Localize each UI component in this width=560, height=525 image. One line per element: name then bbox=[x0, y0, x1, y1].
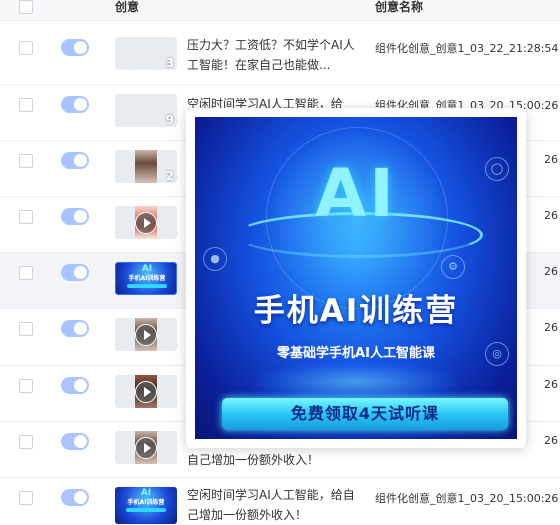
column-header-creative-name: 创意名称 bbox=[375, 0, 424, 14]
ad-thumbnail-image: AI 手机AI训练营 bbox=[116, 263, 176, 294]
gear-icon: ⚙ bbox=[441, 255, 465, 279]
image-count: 2 bbox=[165, 169, 174, 183]
play-icon[interactable] bbox=[135, 324, 157, 346]
creative-thumbnail[interactable] bbox=[115, 318, 177, 351]
portrait-image bbox=[135, 150, 157, 183]
mini-ad-headline: 手机AI训练营 bbox=[127, 499, 165, 506]
creative-name: 26 bbox=[544, 153, 558, 166]
creative-thumbnail[interactable]: AI 手机AI训练营 bbox=[115, 487, 177, 524]
lock-icon: ● bbox=[203, 247, 227, 271]
creative-title: 压力大？工资低？不如学个AI人工智能！在家自己也能做... bbox=[187, 38, 355, 72]
ad-cta-banner: 免费领取4天试听课 bbox=[222, 398, 508, 430]
table-row: 3 压力大？工资低？不如学个AI人工智能！在家自己也能做... 组件化创意_创意… bbox=[0, 28, 560, 85]
ad-headline: 手机AI训练营 bbox=[253, 293, 459, 329]
creative-title: 空闲时间学习AI人工智能，给自己增加一份额外收入！ bbox=[187, 488, 355, 522]
creative-thumbnail[interactable]: 3 bbox=[115, 37, 177, 70]
ad-subheadline: 零基础学手机AI人工智能课 bbox=[277, 346, 435, 361]
status-toggle[interactable] bbox=[61, 320, 89, 337]
creative-name: 26 bbox=[544, 265, 558, 278]
status-toggle[interactable] bbox=[61, 39, 89, 56]
creative-name: 26 bbox=[544, 378, 558, 391]
mini-ad-cta-bar bbox=[126, 508, 166, 512]
creative-name: 26 bbox=[544, 209, 558, 222]
mini-ad-cta-bar bbox=[127, 284, 167, 288]
creative-thumbnail[interactable] bbox=[115, 375, 177, 408]
creative-thumbnail[interactable]: 9 bbox=[115, 94, 177, 127]
hologram-platform-graphic bbox=[255, 362, 457, 402]
creative-name: 26 bbox=[544, 321, 558, 334]
status-toggle[interactable] bbox=[61, 208, 89, 225]
row-checkbox[interactable] bbox=[19, 435, 33, 449]
creative-name: 组件化创意_创意1_03_22_21:28:54 bbox=[375, 42, 559, 55]
status-toggle[interactable] bbox=[61, 489, 89, 506]
status-toggle[interactable] bbox=[61, 377, 89, 394]
creative-name: 26 bbox=[544, 434, 558, 447]
play-icon[interactable] bbox=[135, 212, 157, 234]
status-toggle[interactable] bbox=[61, 264, 89, 281]
mini-ad-ai-text: AI bbox=[140, 488, 152, 498]
table-header: 创意 创意名称 bbox=[0, 0, 560, 21]
ad-ai-text: AI bbox=[315, 155, 397, 232]
play-icon[interactable] bbox=[135, 381, 157, 403]
row-checkbox[interactable] bbox=[19, 266, 33, 280]
creative-title: 自己增加一份额外收入！ bbox=[187, 453, 320, 467]
row-checkbox[interactable] bbox=[19, 379, 33, 393]
image-preview-popover: AI ● ⚙ ◯ ◎ 手机AI训练营 零基础学手机AI人工智能课 免费领取4天试… bbox=[186, 108, 526, 448]
table-row: AI 手机AI训练营 空闲时间学习AI人工智能，给自己增加一份额外收入！ 组件化… bbox=[0, 478, 560, 524]
ad-thumbnail-image: AI 手机AI训练营 bbox=[115, 487, 177, 524]
row-checkbox[interactable] bbox=[19, 322, 33, 336]
row-checkbox[interactable] bbox=[19, 491, 33, 505]
play-icon[interactable] bbox=[135, 437, 157, 459]
column-header-creative: 创意 bbox=[115, 0, 140, 14]
circle-icon: ◯ bbox=[485, 157, 509, 181]
creative-thumbnail[interactable]: 2 bbox=[115, 150, 177, 183]
image-count: 3 bbox=[165, 56, 174, 70]
select-all-checkbox[interactable] bbox=[19, 0, 33, 14]
mini-ad-headline: 手机AI训练营 bbox=[128, 275, 166, 282]
image-count: 9 bbox=[165, 113, 174, 127]
row-checkbox[interactable] bbox=[19, 98, 33, 112]
creative-thumbnail[interactable] bbox=[115, 206, 177, 239]
mini-ad-ai-text: AI bbox=[141, 264, 153, 274]
row-checkbox[interactable] bbox=[19, 210, 33, 224]
status-toggle[interactable] bbox=[61, 96, 89, 113]
ad-preview-image: AI ● ⚙ ◯ ◎ 手机AI训练营 零基础学手机AI人工智能课 免费领取4天试… bbox=[195, 117, 517, 439]
creative-name: 组件化创意_创意1_03_20_15:00:26 bbox=[375, 492, 559, 505]
status-toggle[interactable] bbox=[61, 152, 89, 169]
creative-thumbnail[interactable] bbox=[115, 431, 177, 464]
status-toggle[interactable] bbox=[61, 433, 89, 450]
row-checkbox[interactable] bbox=[19, 41, 33, 55]
creative-thumbnail[interactable]: AI 手机AI训练营 bbox=[115, 262, 177, 295]
row-checkbox[interactable] bbox=[19, 154, 33, 168]
